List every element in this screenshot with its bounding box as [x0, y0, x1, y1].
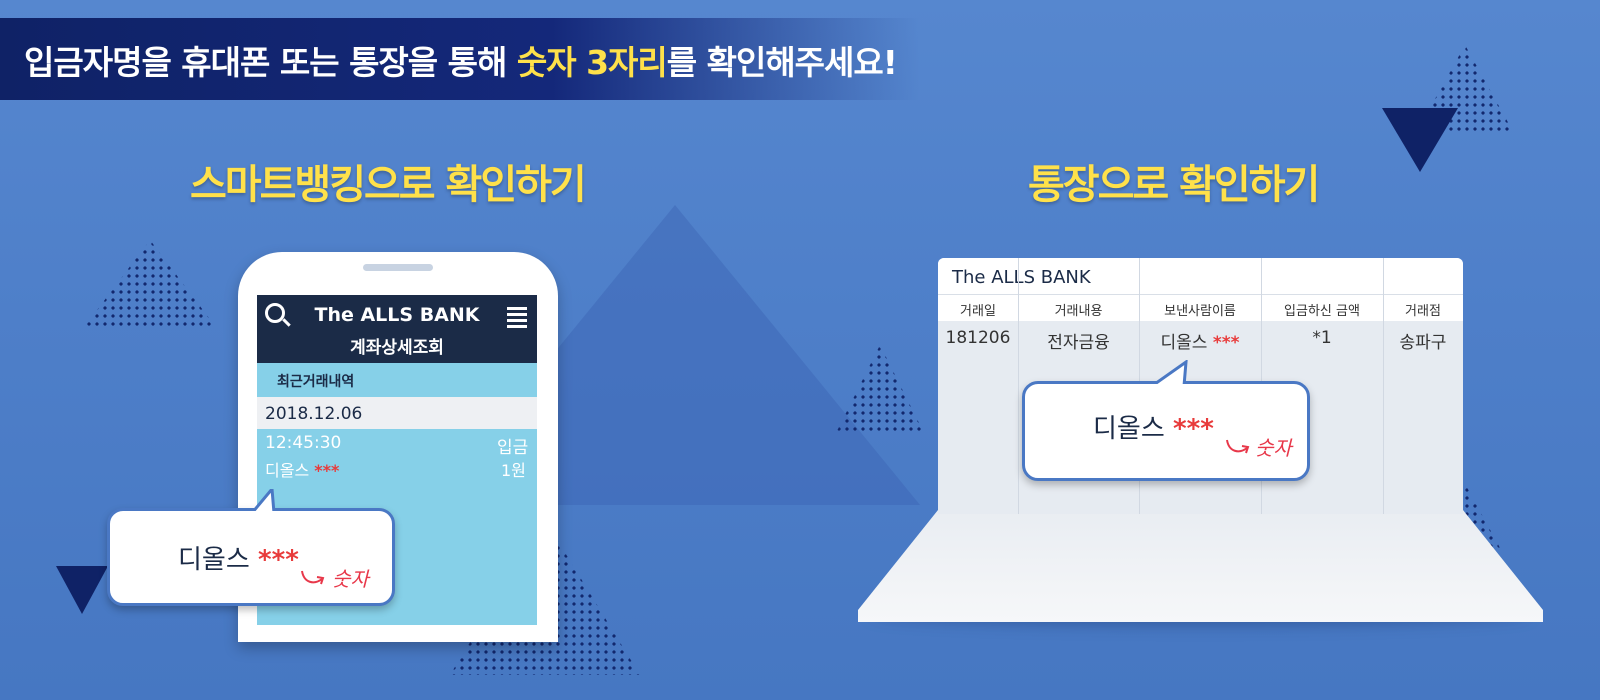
- passbook-title: 통장으로 확인하기: [1028, 162, 1320, 208]
- transaction-type: 입금: [497, 438, 529, 458]
- phone-callout: 디올스 *** 숫자: [107, 489, 395, 606]
- callout-pointer: [250, 489, 280, 515]
- column-header: 보낸사람이름: [1164, 304, 1236, 319]
- curved-arrow-icon: [301, 570, 325, 585]
- callout-name: 디올스 ***: [178, 539, 299, 576]
- callout-pointer: [1150, 360, 1190, 388]
- dot-pattern-left: [85, 240, 215, 326]
- column-header: 거래일: [960, 304, 996, 319]
- recent-transactions-label: 최근거래내역: [277, 374, 355, 390]
- app-subtitle: 계좌상세조회: [350, 338, 444, 358]
- smart-banking-title: 스마트뱅킹으로 확인하기: [190, 162, 587, 208]
- app-title: The ALLS BANK: [314, 304, 480, 326]
- callout-stars: ***: [1173, 414, 1214, 444]
- callout-note: 숫자: [1255, 436, 1292, 460]
- sender-stars: ***: [1212, 333, 1240, 353]
- navy-triangle-top-right: [1382, 108, 1458, 172]
- curved-arrow-icon: [1226, 439, 1250, 454]
- callout-stars: ***: [258, 545, 299, 575]
- transaction-sender: 디올스 ***: [265, 457, 339, 481]
- sender-name: 디올스: [1160, 333, 1208, 353]
- passbook-lower-page: [858, 510, 1543, 622]
- banner-text: 입금자명을 휴대폰 또는 통장을 통해 숫자 3자리를 확인해주세요!: [24, 36, 898, 84]
- app-header: The ALLS BANK 계좌상세조회: [257, 295, 537, 363]
- column-header: 거래점: [1405, 304, 1441, 319]
- banner-highlight: 숫자 3자리: [516, 43, 668, 82]
- banner-prefix: 입금자명을 휴대폰 또는 통장을 통해: [24, 43, 517, 82]
- callout-note: 숫자: [332, 567, 369, 591]
- column-branch: 거래점 송파구: [1383, 258, 1463, 514]
- table-cell: 전자금융: [1047, 333, 1110, 353]
- banner-suffix: 를 확인해주세요!: [666, 43, 898, 82]
- transaction-amount: 1원: [501, 461, 526, 480]
- hamburger-menu-icon[interactable]: [507, 307, 527, 310]
- callout-name-text: 디올스: [1093, 414, 1165, 444]
- callout-name-text: 디올스: [178, 545, 250, 575]
- navy-triangle-left: [56, 566, 108, 614]
- table-cell: 송파구: [1399, 333, 1447, 353]
- column-header: 입금하신 금액: [1284, 304, 1360, 319]
- phone-speaker: [363, 264, 433, 271]
- sender-name: 디올스: [265, 461, 310, 480]
- passbook-callout: 디올스 *** 숫자: [1022, 360, 1310, 481]
- date-row: 2018.12.06: [257, 397, 537, 429]
- transaction-date: 2018.12.06: [265, 404, 363, 424]
- transaction-time: 12:45:30: [265, 433, 342, 453]
- sender-stars: ***: [314, 461, 340, 480]
- callout-name: 디올스 ***: [1093, 408, 1214, 445]
- column-date: 거래일 181206: [938, 258, 1019, 514]
- table-cell: *1: [1312, 328, 1332, 348]
- table-cell: 디올스 ***: [1139, 328, 1261, 353]
- column-header: 거래내용: [1054, 304, 1103, 319]
- table-cell: 181206: [945, 328, 1011, 348]
